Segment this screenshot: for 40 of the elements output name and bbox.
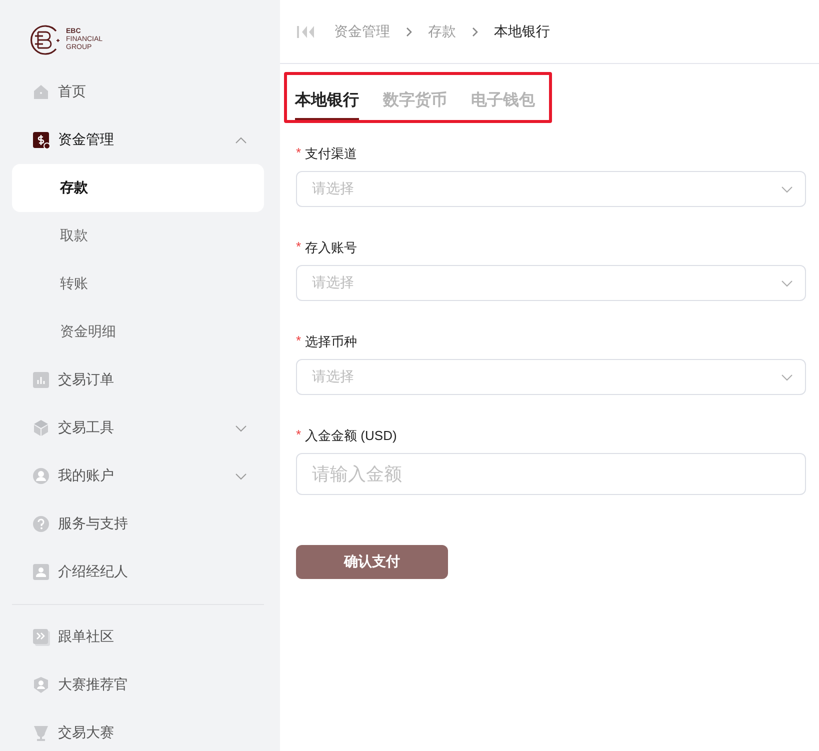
nav-item[interactable]: 跟单社区 [12,613,264,661]
required-mark: * [296,239,302,256]
nav-item[interactable]: 服务与支持 [12,500,264,548]
nav-icon [32,419,50,437]
nav-icon [32,83,50,101]
nav-subitem[interactable]: 取款 [12,212,264,260]
logo-icon [28,23,62,57]
field-label: 支付渠道 [305,145,358,163]
required-mark: * [296,333,302,350]
collapse-icon[interactable] [296,24,316,40]
field-label: 选择币种 [305,333,358,351]
chevron-right-icon [470,26,480,36]
tab[interactable]: 本地银行 [295,89,359,120]
nav-subitem[interactable]: 转账 [12,260,264,308]
chevron-right-icon [404,26,414,36]
nav-icon [32,371,50,389]
nav-icon [32,676,50,694]
nav-subitem[interactable]: 存款 [12,164,264,212]
required-mark: * [296,145,302,162]
required-mark: * [296,427,302,444]
nav-icon [32,563,50,581]
breadcrumb-item: 本地银行 [494,22,550,40]
nav-icon [32,515,50,533]
nav-item[interactable]: 首页 [12,68,264,116]
nav-icon [32,131,50,149]
nav-group[interactable]: 交易工具 [12,404,264,452]
nav-group[interactable]: 资金管理 [12,116,264,164]
nav-icon [32,628,50,646]
nav-item[interactable]: 交易大赛 [12,709,264,751]
submit-button[interactable]: 确认支付 [296,545,448,579]
nav-group[interactable]: 我的账户 [12,452,264,500]
nav-icon [32,467,50,485]
field-label: 入金金额 (USD) [305,427,397,445]
nav-subitem[interactable]: 资金明细 [12,308,264,356]
nav-item[interactable]: 交易订单 [12,356,264,404]
nav-item[interactable]: 介绍经纪人 [12,548,264,596]
input-field[interactable]: 请输入金额 [296,453,806,495]
nav-item[interactable]: 大赛推荐官 [12,661,264,709]
nav-icon [32,724,50,742]
field-label: 存入账号 [305,239,358,257]
